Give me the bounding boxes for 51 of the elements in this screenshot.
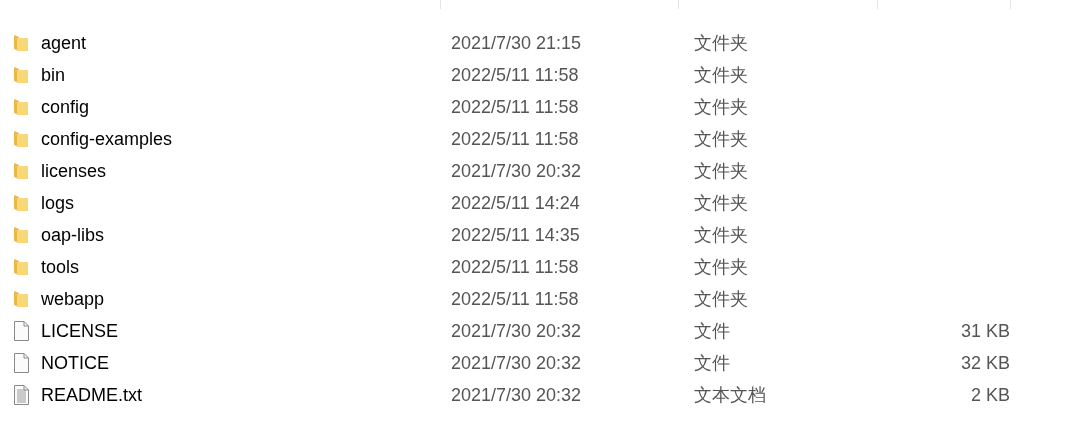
file-type: 文件夹 xyxy=(694,289,748,309)
modified-date: 2021/7/30 20:32 xyxy=(451,352,582,373)
file-type: 文件夹 xyxy=(694,161,748,181)
file-name[interactable]: NOTICE xyxy=(41,352,109,374)
text-file-icon xyxy=(13,385,29,405)
file-name[interactable]: licenses xyxy=(41,160,107,182)
document-icon xyxy=(13,321,29,341)
file-name[interactable]: tools xyxy=(41,256,80,278)
modified-date: 2022/5/11 11:58 xyxy=(451,288,579,309)
file-type: 文件 xyxy=(694,321,730,341)
file-type: 文件夹 xyxy=(694,65,748,85)
folder-icon xyxy=(13,257,29,277)
modified-date: 2021/7/30 20:32 xyxy=(451,384,582,405)
modified-date: 2021/7/30 20:32 xyxy=(451,320,582,341)
file-type: 文件夹 xyxy=(694,225,748,245)
file-name[interactable]: config-examples xyxy=(41,128,173,150)
modified-date: 2021/7/30 21:15 xyxy=(451,32,582,53)
file-name[interactable]: README.txt xyxy=(41,384,142,406)
folder-icon xyxy=(13,97,29,117)
file-name[interactable]: bin xyxy=(41,64,66,86)
file-type: 文件夹 xyxy=(694,33,748,53)
folder-icon xyxy=(13,193,29,213)
folder-icon xyxy=(13,65,29,85)
folder-icon xyxy=(13,129,29,149)
file-name[interactable]: webapp xyxy=(41,288,105,310)
file-name[interactable]: logs xyxy=(41,192,75,214)
folder-icon xyxy=(13,225,29,245)
file-name[interactable]: oap-libs xyxy=(41,224,105,246)
file-size: 2 KB xyxy=(970,384,1010,405)
file-type: 文件夹 xyxy=(694,257,748,277)
file-name[interactable]: LICENSE xyxy=(41,320,119,342)
modified-date: 2022/5/11 14:24 xyxy=(451,192,580,213)
file-type: 文本文档 xyxy=(694,385,766,405)
file-type: 文件夹 xyxy=(694,97,748,117)
file-name[interactable]: agent xyxy=(41,32,87,54)
modified-date: 2022/5/11 14:35 xyxy=(451,224,580,245)
folder-icon xyxy=(13,161,29,181)
file-name[interactable]: config xyxy=(41,96,90,118)
folder-icon xyxy=(13,33,29,53)
document-icon xyxy=(13,353,29,373)
folder-icon xyxy=(13,289,29,309)
file-size: 31 KB xyxy=(960,320,1010,341)
modified-date: 2022/5/11 11:58 xyxy=(451,256,579,277)
file-type: 文件 xyxy=(694,353,730,373)
file-type: 文件夹 xyxy=(694,129,748,149)
modified-date: 2022/5/11 11:58 xyxy=(451,64,579,85)
file-size: 32 KB xyxy=(960,352,1010,373)
file-type: 文件夹 xyxy=(694,193,748,213)
modified-date: 2022/5/11 11:58 xyxy=(451,128,579,149)
modified-date: 2021/7/30 20:32 xyxy=(451,160,582,181)
modified-date: 2022/5/11 11:58 xyxy=(451,96,579,117)
